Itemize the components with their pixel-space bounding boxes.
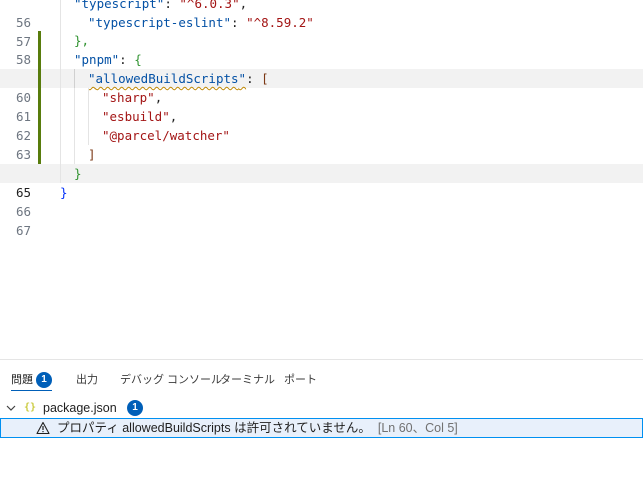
- code-text: "pnpm": {: [74, 52, 142, 67]
- code-line-59[interactable]: 59 "pnpm": {: [0, 50, 643, 86]
- code-line-66[interactable]: 66 }: [0, 183, 643, 219]
- line-number: 67: [15, 223, 31, 238]
- code-line-63[interactable]: 63 "@parcel/watcher": [0, 126, 643, 162]
- code-text: }: [74, 166, 82, 181]
- tab-debug-console[interactable]: デバッグ コンソール: [120, 372, 222, 390]
- tab-label: ポート: [284, 374, 317, 386]
- indent-guide: [74, 88, 75, 107]
- code-editor[interactable]: 56 "typescript": "^6.0.3", 57 "typescrip…: [0, 0, 643, 359]
- code-text: "typescript": "^6.0.3",: [74, 0, 248, 11]
- indent-guide: [60, 145, 61, 164]
- indent-guide: [60, 50, 61, 69]
- change-indicator: [38, 69, 41, 88]
- code-text: }: [60, 185, 68, 200]
- indent-guide: [60, 164, 61, 183]
- change-indicator: [38, 88, 41, 107]
- code-text: ]: [88, 147, 96, 162]
- problems-count-badge: 1: [36, 372, 52, 388]
- indent-guide: [74, 107, 75, 126]
- tab-label: 問題: [11, 374, 33, 386]
- code-text: },: [74, 33, 90, 48]
- indent-guide: [74, 145, 75, 164]
- code-text: "@parcel/watcher": [102, 128, 230, 143]
- tab-problems[interactable]: 問題 1: [11, 372, 52, 391]
- code-line-56[interactable]: 56 "typescript": "^6.0.3",: [0, 0, 643, 30]
- code-text: "esbuild",: [102, 109, 178, 124]
- indent-guide: [88, 107, 89, 126]
- chevron-down-icon[interactable]: [4, 398, 18, 418]
- change-indicator: [38, 126, 41, 145]
- warning-icon: [36, 421, 50, 435]
- code-line-64[interactable]: 64 ]: [0, 145, 643, 181]
- tab-output[interactable]: 出力: [76, 372, 98, 390]
- change-indicator: [38, 50, 41, 69]
- change-indicator: [38, 107, 41, 126]
- problem-message: プロパティ allowedBuildScripts は許可されていません。 [Ln…: [57, 421, 458, 435]
- change-indicator: [38, 31, 41, 50]
- code-text: "typescript-eslint": "^8.59.2": [88, 15, 314, 30]
- indent-guide: [60, 107, 61, 126]
- tab-ports[interactable]: ポート: [284, 372, 317, 390]
- tab-label: 出力: [76, 374, 98, 386]
- indent-guide: [60, 0, 61, 13]
- bottom-panel: 問題 1 出力 デバッグ コンソール ターミナル ポート {} package.j…: [0, 359, 643, 492]
- tab-terminal[interactable]: ターミナル: [220, 372, 275, 390]
- change-indicator: [38, 145, 41, 164]
- tab-label: デバッグ コンソール: [120, 374, 223, 386]
- code-line-57[interactable]: 57 "typescript-eslint": "^8.59.2": [0, 13, 643, 49]
- indent-guide: [60, 88, 61, 107]
- indent-guide: [60, 13, 61, 32]
- code-line-65[interactable]: 65 }: [0, 164, 643, 200]
- json-file-icon: {}: [24, 402, 37, 413]
- code-line-61[interactable]: 61 "sharp",: [0, 88, 643, 124]
- code-line-60[interactable]: 60 "allowedBuildScripts": [: [0, 69, 643, 105]
- code-line-62[interactable]: 62 "esbuild",: [0, 107, 643, 143]
- indent-guide: [60, 69, 61, 88]
- indent-guide: [88, 88, 89, 107]
- file-problem-count-badge: 1: [127, 400, 143, 416]
- code-text: "allowedBuildScripts": [: [88, 71, 269, 86]
- indent-guide: [88, 126, 89, 145]
- panel-tabs: 問題 1 出力 デバッグ コンソール ターミナル ポート: [0, 360, 643, 398]
- code-line-58[interactable]: 58 },: [0, 31, 643, 67]
- problem-item[interactable]: プロパティ allowedBuildScripts は許可されていません。 [Ln…: [0, 418, 643, 438]
- problem-file-group[interactable]: {} package.json 1: [0, 398, 643, 418]
- indent-guide: [60, 126, 61, 145]
- file-name: package.json: [43, 401, 117, 415]
- indent-guide: [60, 31, 61, 50]
- warning-squiggle: "allowedBuildScripts": [88, 71, 247, 86]
- code-line-67[interactable]: 67: [0, 202, 643, 238]
- code-text: "sharp",: [102, 90, 163, 105]
- problem-location: [Ln 60、Col 5]: [377, 421, 458, 435]
- indent-guide: [74, 126, 75, 145]
- tab-label: ターミナル: [220, 374, 275, 386]
- indent-guide: [74, 69, 75, 88]
